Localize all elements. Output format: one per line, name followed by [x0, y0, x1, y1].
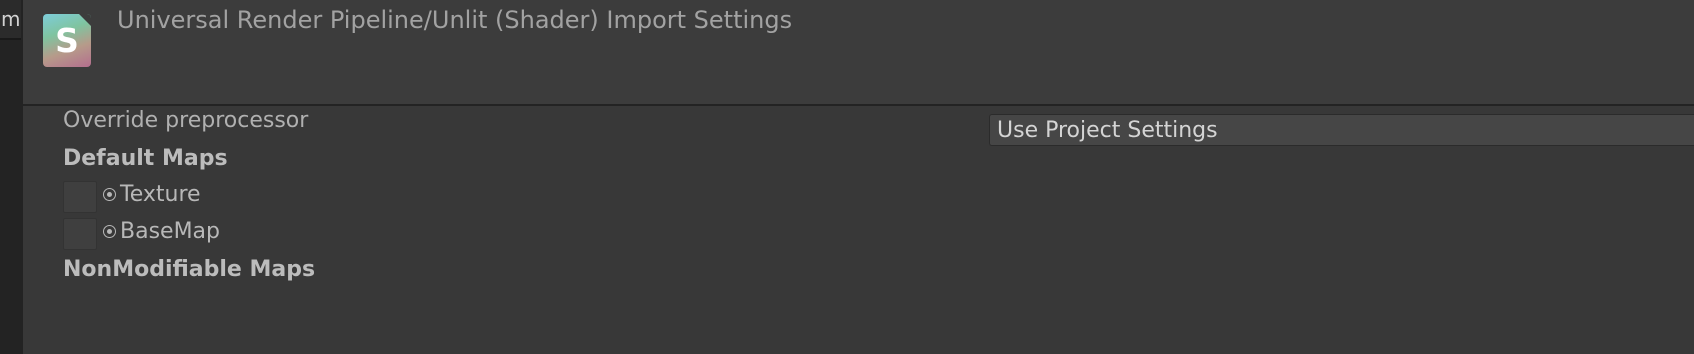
import-settings-panel: Override preprocessor Use Project Settin… [23, 106, 1694, 354]
texture-label: Texture [120, 182, 201, 207]
shader-icon: S [43, 14, 91, 67]
texture-field[interactable]: Texture [103, 182, 201, 207]
object-picker-icon[interactable] [103, 188, 116, 201]
nonmodifiable-maps-heading: NonModifiable Maps [63, 257, 316, 282]
override-preprocessor-label: Override preprocessor [63, 108, 309, 133]
left-panel-tab-label: m [1, 7, 21, 31]
default-maps-heading: Default Maps [63, 146, 228, 171]
object-picker-icon[interactable] [103, 225, 116, 238]
shader-icon-glyph: S [55, 21, 79, 60]
inspector-title: Universal Render Pipeline/Unlit (Shader)… [117, 6, 793, 34]
texture-slot[interactable] [63, 181, 97, 213]
inspector-header: S Universal Render Pipeline/Unlit (Shade… [23, 0, 1694, 106]
basemap-slot[interactable] [63, 218, 97, 250]
left-panel-strip [0, 0, 23, 354]
left-panel-tab[interactable]: m [0, 0, 21, 40]
basemap-field[interactable]: BaseMap [103, 219, 220, 244]
basemap-label: BaseMap [120, 219, 220, 244]
override-preprocessor-dropdown[interactable]: Use Project Settings [989, 114, 1694, 146]
